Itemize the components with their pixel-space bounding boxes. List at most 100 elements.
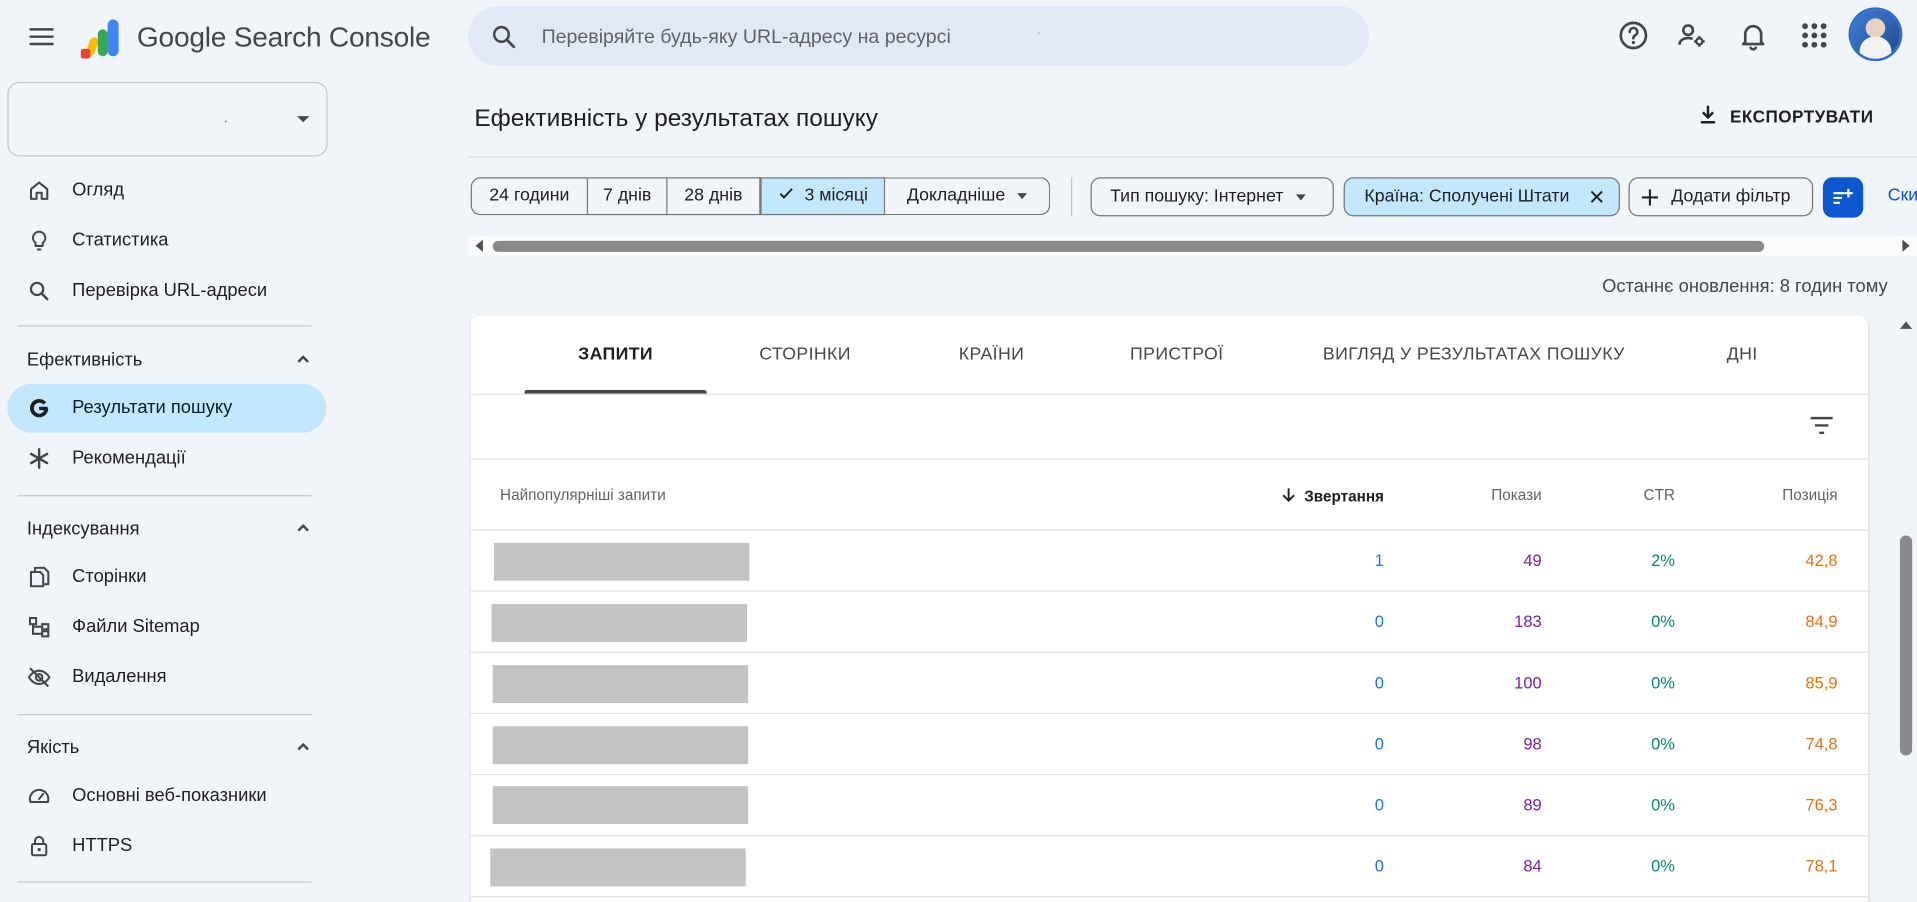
url-inspection-input[interactable]	[539, 6, 1339, 69]
range-28d[interactable]: 28 днів	[667, 177, 761, 216]
range-24h[interactable]: 24 години	[470, 177, 589, 216]
property-selector[interactable]: ·	[7, 81, 328, 157]
sitemap-icon	[28, 617, 50, 638]
redacted-query	[491, 603, 748, 642]
google-g-icon	[29, 398, 49, 418]
sidebar-item-overview[interactable]: Огляд	[7, 166, 326, 215]
sidebar-item-recommendations[interactable]: Рекомендації	[7, 434, 326, 483]
column-header-impressions[interactable]: Покази	[1491, 487, 1541, 504]
chevron-down-icon	[297, 116, 310, 123]
page-title: Ефективність у результатах пошуку	[474, 105, 878, 133]
check-icon	[779, 188, 793, 199]
export-button[interactable]: ЕКСПОРТУВАТИ	[1691, 100, 1899, 132]
column-header-clicks[interactable]: Звертання	[1280, 487, 1384, 505]
gauge-icon	[28, 788, 50, 804]
search-type-filter-chip[interactable]: Тип пошуку: Інтернет	[1090, 177, 1334, 217]
redacted-query	[493, 542, 750, 581]
table-row[interactable]: 0 183 0% 84,9	[470, 592, 1869, 653]
chevron-up-icon	[297, 742, 309, 751]
performance-table-card: ЗАПИТИ СТОРІНКИ КРАЇНИ ПРИСТРОЇ ВИГЛЯД У…	[470, 315, 1869, 902]
eye-off-icon	[27, 667, 51, 688]
sidebar-item-removals[interactable]: Видалення	[7, 653, 326, 702]
tab-pages[interactable]: СТОРІНКИ	[735, 315, 876, 393]
home-icon	[29, 181, 49, 200]
manage-users-icon[interactable]	[1676, 20, 1708, 52]
section-indexing[interactable]: Індексування	[27, 513, 316, 542]
sidebar-item-url-inspection[interactable]: Перевірка URL-адреси	[7, 267, 326, 316]
tab-search-appearance[interactable]: ВИГЛЯД У РЕЗУЛЬТАТАХ ПОШУКУ	[1312, 315, 1636, 393]
sidebar-divider	[17, 325, 312, 327]
sidebar-item-https[interactable]: HTTPS	[7, 822, 326, 871]
toolbar-divider	[470, 458, 1869, 460]
sidebar-item-pages[interactable]: Сторінки	[7, 553, 326, 602]
tab-devices[interactable]: ПРИСТРОЇ	[1106, 315, 1247, 393]
notifications-icon[interactable]	[1737, 20, 1769, 52]
account-avatar[interactable]	[1851, 9, 1900, 59]
search-suffix: .	[1036, 20, 1041, 38]
lock-icon	[30, 835, 48, 857]
asterisk-icon	[29, 448, 49, 469]
column-header-ctr[interactable]: CTR	[1644, 487, 1675, 504]
search-icon	[29, 281, 49, 301]
redacted-query	[492, 665, 749, 703]
sidebar-item-core-web-vitals[interactable]: Основні веб-показники	[7, 771, 326, 820]
country-filter-chip[interactable]: Країна: Сполучені Штати	[1343, 177, 1620, 217]
header-divider	[468, 156, 1917, 158]
reset-filters-link[interactable]: Ски	[1888, 186, 1917, 206]
table-row[interactable]: 0 100 0% 85,9	[470, 653, 1869, 714]
help-icon[interactable]	[1617, 20, 1649, 52]
redacted-query	[492, 786, 749, 825]
sidebar-item-search-results[interactable]: Результати пошуку	[7, 383, 327, 433]
scroll-left-arrow[interactable]	[475, 239, 483, 252]
url-inspection-search[interactable]: .	[468, 6, 1370, 69]
sidebar-divider	[17, 713, 312, 716]
section-quality[interactable]: Якість	[27, 732, 316, 761]
column-header-queries: Найпопулярніші запити	[500, 486, 666, 504]
chevron-down-icon	[1295, 193, 1306, 201]
tabs-divider	[470, 393, 1869, 395]
table-row[interactable]: 0 98 0% 74,8	[470, 714, 1869, 776]
tab-countries[interactable]: КРАЇНИ	[930, 315, 1052, 393]
close-icon[interactable]	[1588, 188, 1605, 205]
pages-icon	[29, 566, 50, 588]
redacted-query	[490, 848, 746, 887]
range-more-dropdown[interactable]: Докладніше	[885, 177, 1051, 216]
sidebar-item-sitemaps[interactable]: Файли Sitemap	[7, 603, 326, 652]
product-name: Google Search Console	[136, 20, 431, 53]
filter-rows-icon[interactable]	[1807, 411, 1836, 440]
search-icon	[492, 25, 516, 49]
section-performance[interactable]: Ефективність	[27, 345, 316, 374]
sidebar-divider	[17, 495, 312, 497]
plus-icon	[1641, 189, 1658, 206]
add-filter-button[interactable]: Додати фільтр	[1628, 177, 1814, 217]
chevron-up-icon	[297, 355, 309, 363]
scroll-right-arrow[interactable]	[1902, 239, 1910, 252]
tab-queries[interactable]: ЗАПИТИ	[524, 315, 706, 393]
table-row[interactable]: 0 89 0% 76,3	[470, 775, 1869, 837]
vertical-scroll-thumb[interactable]	[1899, 535, 1913, 756]
sidebar-item-insights[interactable]: Статистика	[7, 216, 326, 265]
sidebar-divider	[17, 881, 312, 883]
filter-add-icon	[1833, 188, 1853, 204]
apps-grid-icon[interactable]	[1798, 20, 1830, 52]
range-3m[interactable]: 3 місяці	[760, 177, 886, 216]
chevron-up-icon	[297, 523, 309, 532]
main-menu-button[interactable]	[27, 22, 56, 51]
filter-separator	[1070, 177, 1073, 217]
search-console-logo	[80, 19, 119, 59]
range-7d[interactable]: 7 днів	[588, 177, 668, 216]
table-row[interactable]: 1 49 2% 42,8	[470, 531, 1869, 592]
last-updated: Останнє оновлення: 8 годин тому	[1602, 276, 1888, 298]
horizontal-scroll-thumb[interactable]	[492, 240, 1765, 252]
property-name: ·	[223, 114, 228, 129]
download-icon	[1700, 105, 1716, 124]
chevron-down-icon	[1017, 192, 1028, 199]
scroll-up-arrow[interactable]	[1899, 321, 1913, 329]
table-row[interactable]: 0 84 0% 78,1	[470, 836, 1869, 898]
arrow-down-icon	[1282, 488, 1295, 503]
lightbulb-icon	[31, 230, 47, 251]
column-header-position[interactable]: Позиція	[1782, 487, 1837, 504]
tab-dates[interactable]: ДНІ	[1693, 315, 1791, 393]
redacted-query	[492, 726, 749, 765]
filter-settings-button[interactable]	[1822, 177, 1864, 218]
